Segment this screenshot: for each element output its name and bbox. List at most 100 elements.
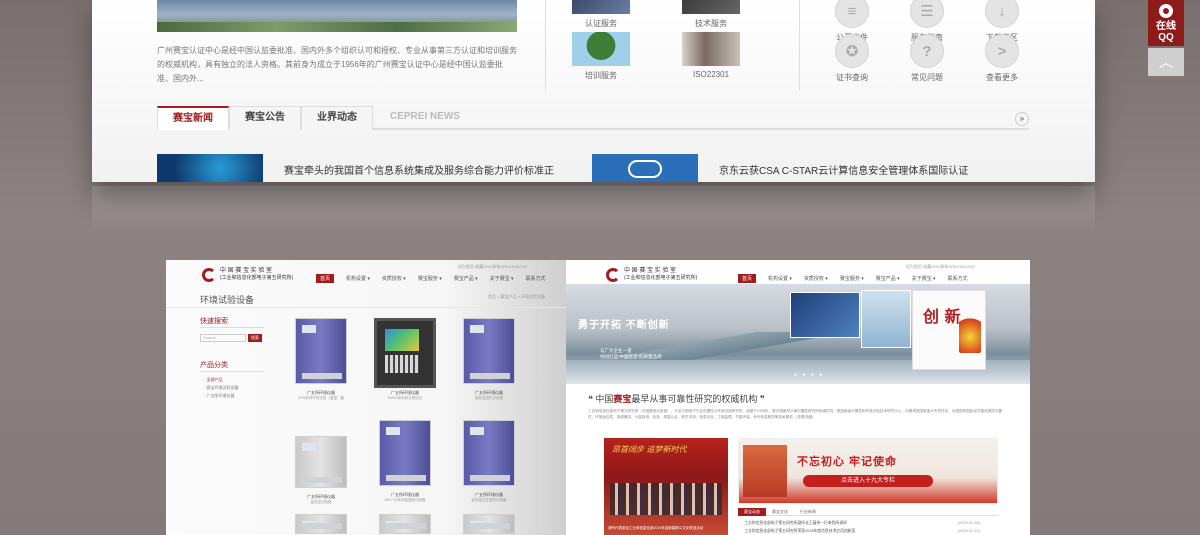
test-chamber-image [379, 514, 431, 534]
cloud-icon [628, 160, 662, 178]
product-card[interactable]: 广五所环境仪器 MG-F15系列温湿度试验箱 [370, 420, 440, 503]
divider [799, 0, 800, 90]
category-item[interactable]: · 赛宝环境试验设备 [204, 385, 238, 391]
tab-saibao-notice[interactable]: 赛宝公告 [229, 106, 301, 130]
service-card-iso22301[interactable]: ISO22301 [682, 32, 740, 79]
divider [200, 371, 264, 372]
product-spec: 高低温试验箱 [310, 500, 332, 504]
logo-subtitle: (工业和信息化部电子第五研究所) [624, 275, 698, 281]
banner-subtext: 与广大企业一道 共同打造“中国智造”的质量品牌 [600, 348, 662, 360]
carousel-dots[interactable]: ● ● ● ● [794, 372, 824, 378]
service-card-certification[interactable]: 认证服务 [572, 0, 630, 29]
banner-slogan: 勇于开拓 不断创新 [578, 320, 670, 331]
faq-link[interactable]: ? 常见问题 [901, 34, 953, 83]
product-card[interactable] [370, 514, 440, 535]
building-photo [157, 0, 517, 32]
product-spec: 高低温交变湿热试验箱 [471, 498, 507, 502]
tech-image [682, 0, 740, 14]
tab-saibao-dynamic[interactable]: 赛宝动态 [738, 508, 766, 516]
banner-headline: 不忘初心 牢记使命 [797, 456, 898, 468]
view-more-link[interactable]: > 查看更多 [976, 34, 1028, 83]
more-news-button[interactable]: » [1015, 112, 1029, 126]
product-card[interactable]: 广五所环境仪器 高低温湿热试验箱 [454, 318, 524, 401]
product-card[interactable]: 广五所环境仪器 XFN系列环境试验（温湿）箱 [286, 318, 356, 401]
certificate-icon: ✪ [835, 34, 869, 68]
top-website-panel: 广州赛宝认证中心是经中国认监委批准、国内外多个组织认可和授权、专业从事第三方认证… [92, 0, 1184, 182]
nav-contact[interactable]: 联系方式 [948, 275, 968, 282]
service-label: 认证服务 [585, 19, 617, 28]
test-chamber-image [379, 420, 431, 486]
tree-image [572, 32, 630, 66]
nav-services[interactable]: 赛宝服务 ▾ [840, 275, 864, 282]
nav-home[interactable]: 首页 [738, 274, 757, 283]
keyboard-image [572, 0, 630, 14]
page-title: 环境试验设备 [200, 295, 255, 305]
top-links[interactable]: 设为首页 收藏OPA 联系OPA ENGLISH [458, 264, 527, 270]
news-title[interactable]: 赛宝牵头的我国首个信息系统集成及服务综合能力评价标准正 [284, 162, 554, 177]
logo-subtitle: (工业和信息化部电子第五研究所) [220, 275, 294, 281]
news-item[interactable]: 京东云获CSA C-STAR云计算信息安全管理体系国际认证 [592, 154, 1032, 182]
meeting-image [682, 32, 740, 66]
search-button[interactable]: 搜索 [248, 334, 262, 342]
tab-ceprei-news[interactable]: CEPREI NEWS [377, 106, 473, 130]
news-link[interactable]: · 工业和信息化部电子第五研究所荣获2018年度信息技术应用创新奖 [742, 529, 855, 534]
hero-banner[interactable]: 勇于开拓 不断创新 与广大企业一道 共同打造“中国智造”的质量品牌 创 新 ● … [566, 284, 1030, 384]
party-congress-banner[interactable]: 不忘初心 牢记使命 点击进入十九大专栏 [738, 438, 998, 504]
service-label: 技术服务 [695, 19, 727, 28]
tab-industry-news[interactable]: 行业新闻 [794, 508, 822, 516]
category-item[interactable]: · 全部产品 [204, 377, 222, 383]
online-qq-button[interactable]: 在线 QQ [1148, 0, 1184, 46]
nav-about[interactable]: 关于赛宝 ▾ [490, 275, 514, 282]
product-card[interactable]: 广五所环境仪器 FA630系列综合测控仪 [370, 318, 440, 401]
banner-card-building [861, 290, 911, 348]
qq-label-line1: 在线 [1156, 21, 1176, 32]
intro-paragraph: 广州赛宝认证中心是经中国认监委批准、国内外多个组织认可和授权、专业从事第三方认证… [157, 46, 517, 83]
nav-home[interactable]: 首页 [316, 274, 335, 283]
nav-products[interactable]: 赛宝产品 ▾ [454, 275, 478, 282]
product-spec: 高低温湿热试验箱 [475, 396, 503, 400]
service-card-training[interactable]: 培训服务 [572, 32, 630, 81]
authority-heading-prefix: ❝ 中国 [588, 394, 614, 404]
feature-photo-new-era[interactable]: 昂首阔步 追梦新时代 我所代表参加工业和信息化部2019年迎新春群众文化联谊活动 [604, 438, 728, 535]
nav-products[interactable]: 赛宝产品 ▾ [876, 275, 900, 282]
test-chamber-image [463, 514, 515, 534]
tab-industry-news[interactable]: 业界动态 [301, 106, 373, 130]
nav-about[interactable]: 关于赛宝 ▾ [912, 275, 936, 282]
back-to-top-button[interactable]: ︿ [1148, 48, 1184, 76]
product-card[interactable] [454, 514, 524, 535]
divider [545, 0, 546, 90]
tab-saibao-news[interactable]: 赛宝新闻 [157, 106, 229, 130]
news-thumbnail [592, 154, 698, 182]
controller-image [374, 318, 436, 388]
category-item[interactable]: · 广五所环境仪器 [204, 393, 234, 399]
nav-contact[interactable]: 联系方式 [526, 275, 546, 282]
certificate-query-link[interactable]: ✪ 证书查询 [826, 34, 878, 83]
top-links[interactable]: 设为首页 收藏OPA 联系OPA ENGLISH [906, 264, 975, 270]
news-thumbnail [157, 154, 263, 182]
authority-heading-suffix: 最早从事可靠性研究的权威机构 ❞ [631, 394, 765, 404]
news-title[interactable]: 京东云获CSA C-STAR云计算信息安全管理体系国际认证 [719, 162, 968, 177]
product-card[interactable]: 广五所环境仪器 高低温试验箱 [286, 426, 356, 505]
news-link[interactable]: · 工业和信息化部电子第五研究所副所长王蕴伟一行来我所调研 [742, 521, 847, 526]
enter-column-button[interactable]: 点击进入十九大专栏 [803, 475, 933, 487]
news-date: (2019-02-26) [958, 521, 980, 525]
nav-org[interactable]: 机构设置 ▾ [346, 275, 370, 282]
nav-org[interactable]: 机构设置 ▾ [768, 275, 792, 282]
nav-qualification[interactable]: 资质授权 ▾ [804, 275, 828, 282]
test-chamber-image [463, 420, 515, 486]
tab-saibao-culture[interactable]: 赛宝文化 [766, 508, 794, 516]
icon-label: 证书查询 [836, 73, 868, 82]
service-card-technical[interactable]: 技术服务 [682, 0, 740, 29]
product-card[interactable] [286, 514, 356, 535]
nav-qualification[interactable]: 资质授权 ▾ [382, 275, 406, 282]
icon-label: 查看更多 [986, 73, 1018, 82]
search-input[interactable]: Search [200, 334, 246, 342]
news-item[interactable]: 赛宝牵头的我国首个信息系统集成及服务综合能力评价标准正 [157, 154, 577, 182]
product-card[interactable]: 广五所环境仪器 高低温交变湿热试验箱 [454, 420, 524, 503]
document-icon: ≡ [835, 0, 869, 28]
divider [200, 327, 264, 328]
logo-title: 中 国 赛 宝 实 验 室 [624, 268, 677, 274]
breadcrumb[interactable]: 首页 > 赛宝产品 > 环境试验设备 [488, 294, 545, 300]
category-heading: 产品分类 [200, 362, 228, 369]
nav-services[interactable]: 赛宝服务 ▾ [418, 275, 442, 282]
